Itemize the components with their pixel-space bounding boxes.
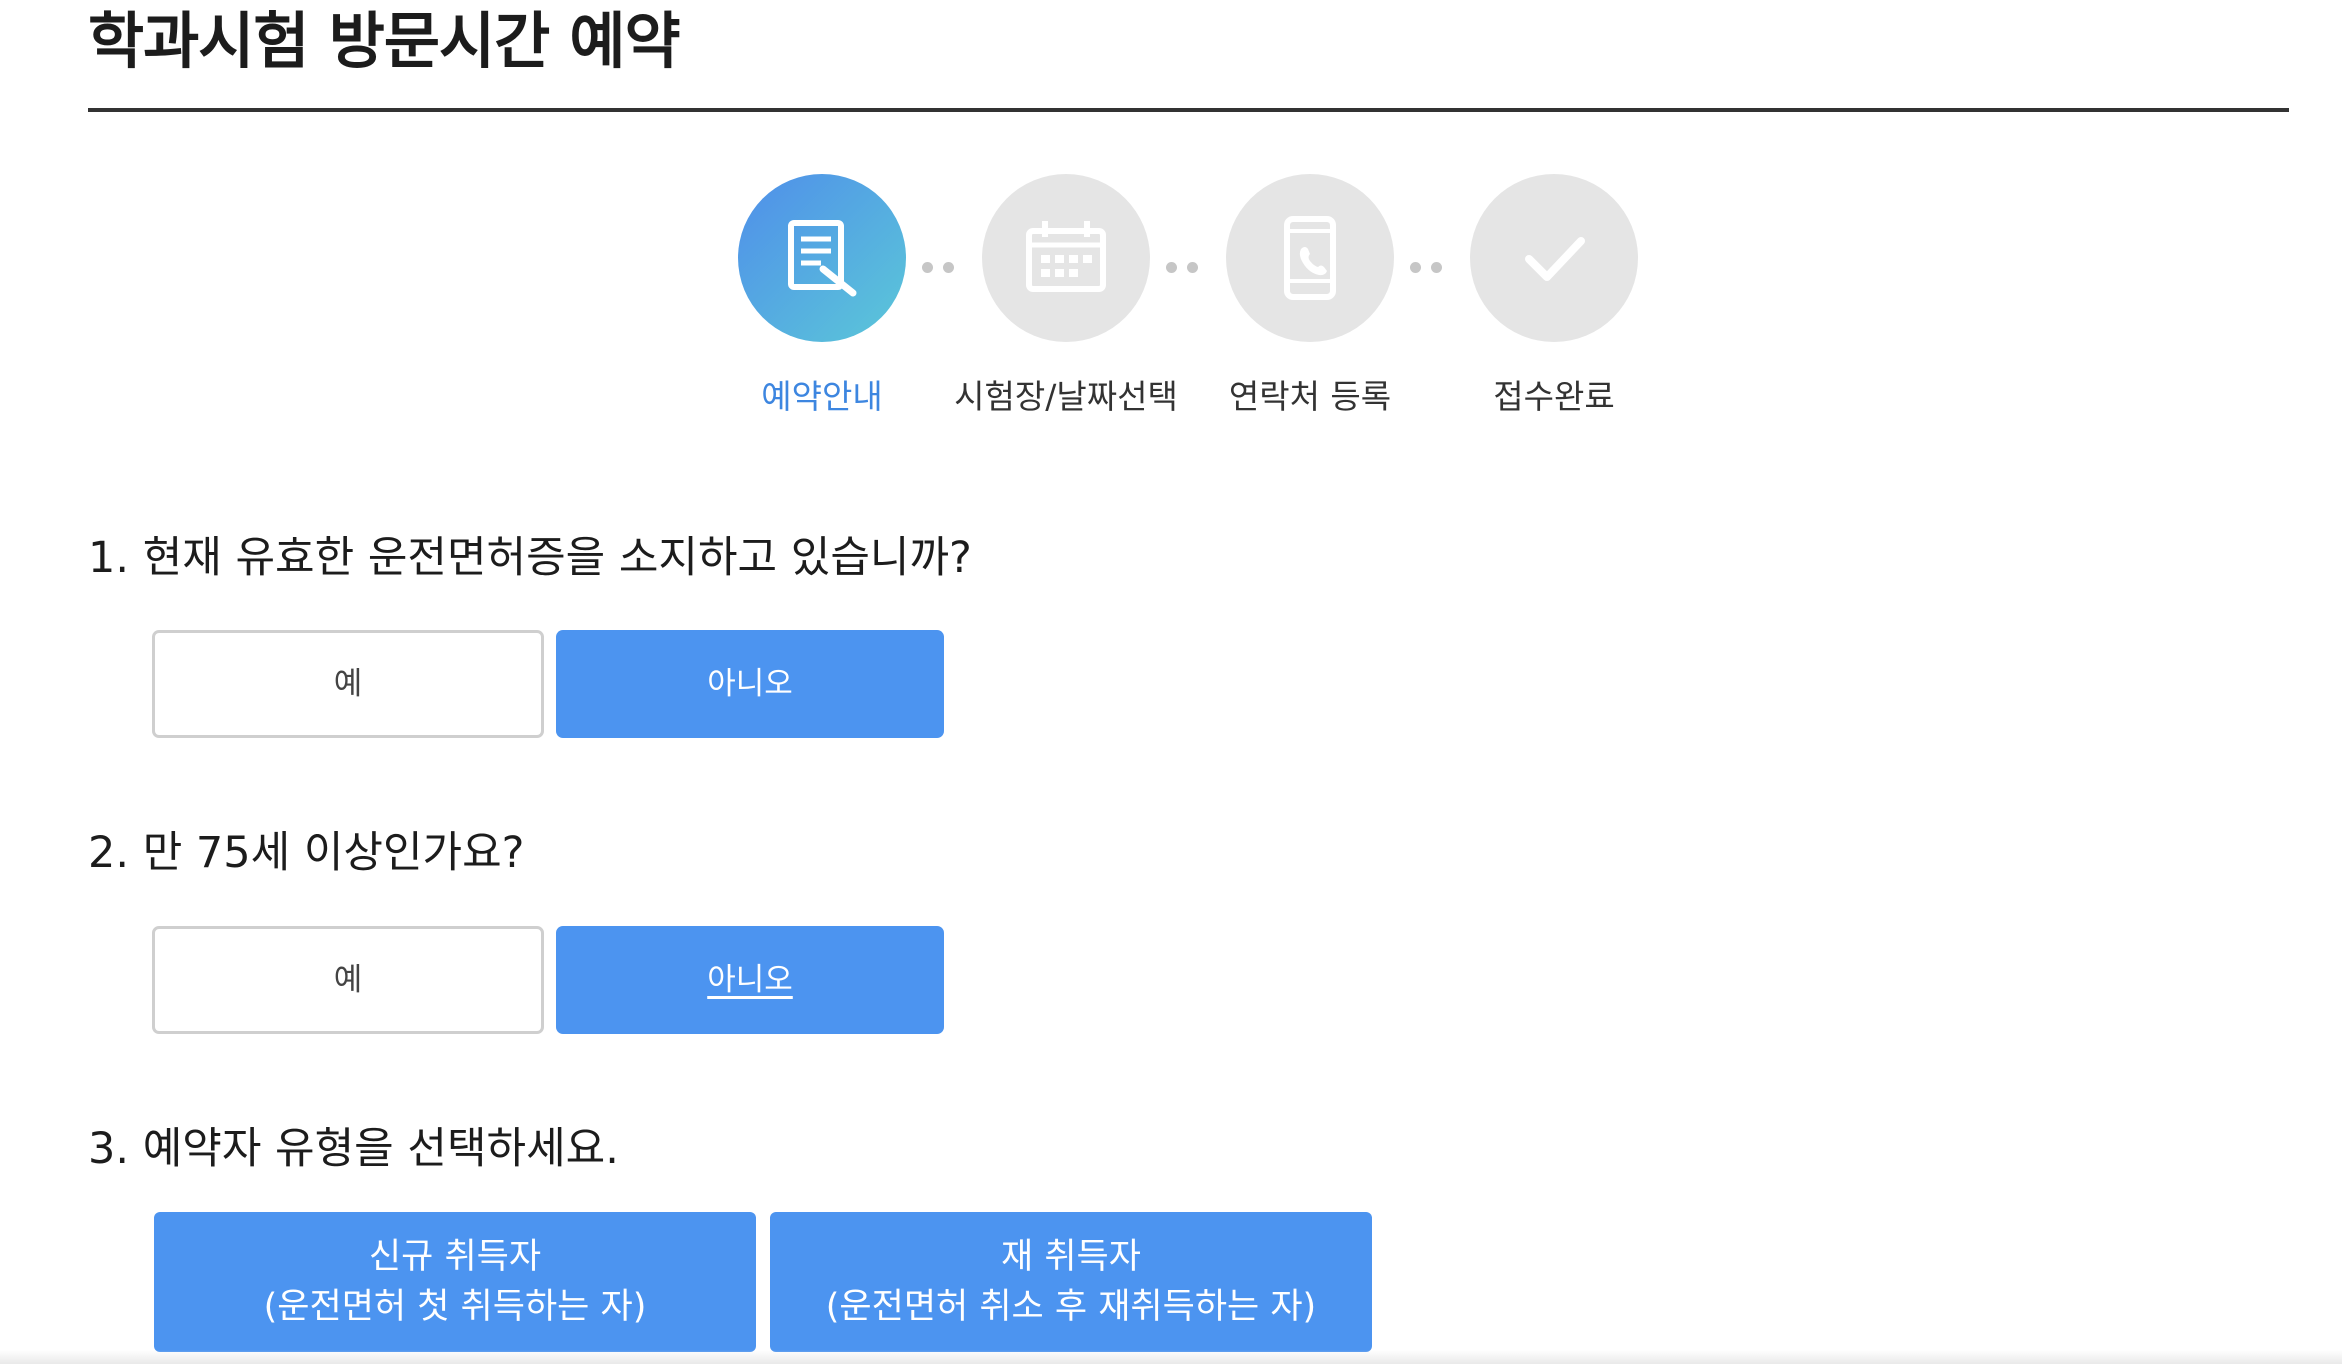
answer-q1-yes-button[interactable]: 예 (152, 630, 544, 738)
answer-label: 예 (333, 962, 363, 998)
step-connector (1158, 260, 1206, 274)
question-applicant-type: 3. 예약자 유형을 선택하세요. (88, 1124, 619, 1174)
step-connector (1402, 260, 1450, 274)
step-label-contact: 연락처 등록 (1228, 377, 1392, 416)
step-connector (914, 260, 962, 274)
answer-label: 예 (333, 666, 363, 702)
step-complete (1470, 174, 1638, 342)
reacquire-applicant-button[interactable]: 재 취득자 (운전면허 취소 후 재취득하는 자) (770, 1212, 1372, 1352)
title-divider (88, 108, 2289, 112)
step-reservation-guide (738, 174, 906, 342)
page-title: 학과시험 방문시간 예약 (88, 6, 681, 77)
step-label-reservation-guide: 예약안내 (761, 377, 883, 416)
option-title: 신규 취득자 (368, 1237, 542, 1277)
calendar-icon (1026, 221, 1106, 292)
new-applicant-button[interactable]: 신규 취득자 (운전면허 첫 취득하는 자) (154, 1212, 756, 1352)
answer-label: 아니오 (707, 666, 793, 702)
step-contact (1226, 174, 1394, 342)
step-venue-date (982, 174, 1150, 342)
option-title: 재 취득자 (1001, 1237, 1141, 1277)
question-license-held: 1. 현재 유효한 운전면허증을 소지하고 있습니까? (88, 533, 972, 583)
answer-q1-no-button[interactable]: 아니오 (556, 630, 944, 738)
reservation-page: 학과시험 방문시간 예약 예약안내 시험장/날짜선택 연락처 등록 접수완료 1… (0, 0, 2342, 1364)
step-label-venue-date: 시험장/날짜선택 (954, 377, 1178, 416)
option-description: (운전면허 취소 후 재취득하는 자) (825, 1287, 1317, 1327)
phone-icon (1284, 216, 1336, 300)
checkmark-icon (1525, 237, 1585, 281)
answer-q2-yes-button[interactable]: 예 (152, 926, 544, 1034)
document-edit-icon (788, 220, 857, 297)
answer-q2-no-button[interactable]: 아니오 (556, 926, 944, 1034)
scroll-fade (0, 1350, 2342, 1364)
question-age-over-75: 2. 만 75세 이상인가요? (88, 828, 525, 878)
option-description: (운전면허 첫 취득하는 자) (263, 1287, 647, 1327)
answer-label: 아니오 (707, 962, 793, 998)
step-label-complete: 접수완료 (1493, 377, 1615, 416)
